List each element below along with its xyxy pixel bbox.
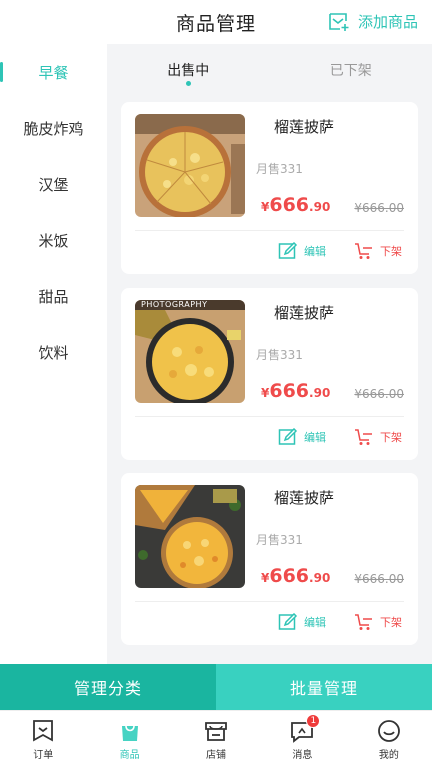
off-shelf-label: 下架 [380,616,402,629]
active-tab-indicator [186,81,192,86]
edit-button[interactable]: 编辑 [278,613,326,631]
product-name: 榴莲披萨 [274,489,335,507]
sidebar-item-label: 汉堡 [38,175,69,194]
bottom-action-bar: 管理分类 批量管理 [0,664,432,710]
edit-label: 编辑 [304,431,326,444]
take-off-shelf-button[interactable]: 下架 [354,242,402,260]
edit-label: 编辑 [304,245,326,258]
divider [135,416,404,417]
monthly-sales: 月售331 [256,348,303,362]
tab-label: 商品 [119,750,140,761]
product-image: PHOTOGRAPHY [135,300,245,403]
product-card[interactable]: 榴莲披萨 月售331 ¥666.90 ¥666.00 编辑 下架 [121,102,418,274]
add-product-button[interactable]: 添加商品 [328,11,418,32]
take-off-shelf-button[interactable]: 下架 [354,613,402,631]
price-integer: 666 [269,380,310,402]
edit-icon [278,613,298,630]
sidebar-item-burger[interactable]: 汉堡 [0,156,107,212]
original-price: ¥666.00 [354,387,404,401]
image-watermark: PHOTOGRAPHY [141,300,208,309]
tab-label: 我的 [378,750,399,761]
sidebar-item-dessert[interactable]: 甜品 [0,268,107,324]
tab-orders[interactable]: 订单 [0,711,86,768]
tab-label: 出售中 [167,63,210,79]
product-name: 榴莲披萨 [274,118,335,136]
sidebar-item-drinks[interactable]: 饮料 [0,324,107,380]
edit-label: 编辑 [304,616,326,629]
tab-off-shelf[interactable]: 已下架 [270,44,432,96]
sidebar-item-label: 甜品 [38,287,69,306]
monthly-sales: 月售331 [256,533,303,547]
tab-label: 订单 [33,750,54,761]
price-decimal: .90 [309,200,331,214]
edit-icon [278,242,298,259]
edit-icon [278,428,298,445]
off-shelf-label: 下架 [380,431,402,444]
add-product-icon [329,12,349,31]
category-sidebar: 早餐 脆皮炸鸡 汉堡 米饭 甜品 饮料 [0,44,107,664]
tab-shop[interactable]: 店铺 [173,711,259,768]
header: 商品管理 添加商品 [0,0,432,44]
take-off-shelf-button[interactable]: 下架 [354,428,402,446]
cart-remove-icon [355,243,372,259]
sidebar-item-fried-chicken[interactable]: 脆皮炸鸡 [0,100,107,156]
edit-button[interactable]: 编辑 [278,242,326,260]
cart-remove-icon [355,614,372,630]
bag-icon [121,725,138,741]
price-integer: 666 [269,194,310,216]
order-icon [33,720,54,742]
sidebar-item-label: 米饭 [38,231,69,250]
price-integer: 666 [269,565,310,587]
smile-icon [377,720,400,742]
tab-mine[interactable]: 我的 [346,711,432,768]
product-image [135,485,245,588]
bottom-tab-bar: 订单 商品 店铺 1 消息 我的 [0,710,432,768]
tab-on-sale[interactable]: 出售中 [107,44,270,96]
product-card[interactable]: PHOTOGRAPHY 榴莲披萨 月售331 ¥666.90 ¥666.00 编… [121,288,418,460]
cart-remove-icon [355,429,372,445]
product-price: ¥666.90 [261,565,330,587]
original-price: ¥666.00 [354,201,404,215]
shop-icon [205,722,227,741]
sidebar-item-rice[interactable]: 米饭 [0,212,107,268]
add-product-label: 添加商品 [357,13,418,31]
status-tabs: 出售中 已下架 [107,44,432,96]
tab-products[interactable]: 商品 [86,711,172,768]
product-price: ¥666.90 [261,380,330,402]
off-shelf-label: 下架 [380,245,402,258]
product-image [135,114,245,217]
product-name: 榴莲披萨 [274,304,335,322]
sidebar-item-label: 早餐 [38,63,69,82]
divider [135,230,404,231]
unread-badge: 1 [306,714,321,728]
tab-label: 消息 [292,750,313,761]
monthly-sales: 月售331 [256,162,303,176]
product-list-panel: 出售中 已下架 榴莲披萨 月售331 ¥666.90 ¥666.00 编辑 下架… [107,44,432,664]
tab-messages[interactable]: 1 消息 [259,711,345,768]
original-price: ¥666.00 [354,572,404,586]
product-price: ¥666.90 [261,194,330,216]
edit-button[interactable]: 编辑 [278,428,326,446]
tab-label: 店铺 [206,750,227,761]
divider [135,601,404,602]
sidebar-item-breakfast[interactable]: 早餐 [0,44,107,100]
price-decimal: .90 [309,386,331,400]
price-decimal: .90 [309,571,331,585]
tab-label: 已下架 [329,63,372,79]
sidebar-item-label: 饮料 [38,343,69,362]
product-card[interactable]: 榴莲披萨 月售331 ¥666.90 ¥666.00 编辑 下架 [121,473,418,645]
sidebar-item-label: 脆皮炸鸡 [23,119,84,138]
manage-category-button[interactable]: 管理分类 [0,664,216,710]
batch-manage-button[interactable]: 批量管理 [216,664,432,710]
